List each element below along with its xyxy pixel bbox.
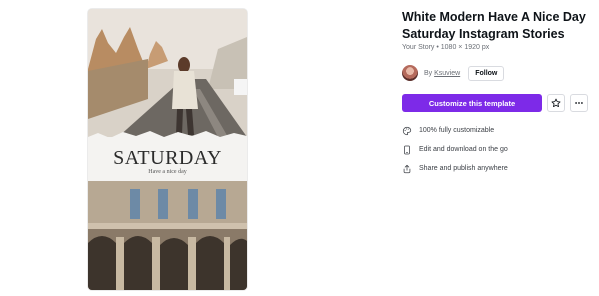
customize-template-button[interactable]: Customize this template [402,94,542,112]
courtyard-arches-photo [88,181,247,290]
follow-button[interactable]: Follow [468,65,505,81]
feature-label: Edit and download on the go [419,146,508,153]
feature-item: Edit and download on the go [402,140,508,159]
feature-list: 100% fully customizable Edit and downloa… [402,121,508,178]
template-meta: Your Story • 1080 × 1920 px [402,44,490,51]
template-subline: Have a nice day [148,169,187,175]
feature-label: 100% fully customizable [419,127,495,134]
template-title: White Modern Have A Nice Day Saturday In… [402,10,586,41]
mobile-icon [404,145,410,154]
author-byline: By Ksuview [424,70,460,77]
author-prefix: By [424,69,433,77]
feature-label: Share and publish anywhere [419,165,508,172]
feature-item: Share and publish anywhere [402,159,508,178]
favorite-button[interactable] [547,94,565,112]
star-icon [551,98,561,108]
more-options-button[interactable] [570,94,588,112]
desert-road-photo [88,9,247,137]
feature-item: 100% fully customizable [402,121,508,140]
author-avatar[interactable] [402,65,418,81]
more-dots-icon [575,102,583,104]
template-headline: SATURDAY [113,147,222,169]
author-link[interactable]: Ksuview [434,70,460,77]
share-icon [403,164,411,173]
template-preview[interactable]: SATURDAY Have a nice day [88,9,247,290]
author-row: By Ksuview Follow [402,64,505,82]
palette-icon [402,126,412,135]
